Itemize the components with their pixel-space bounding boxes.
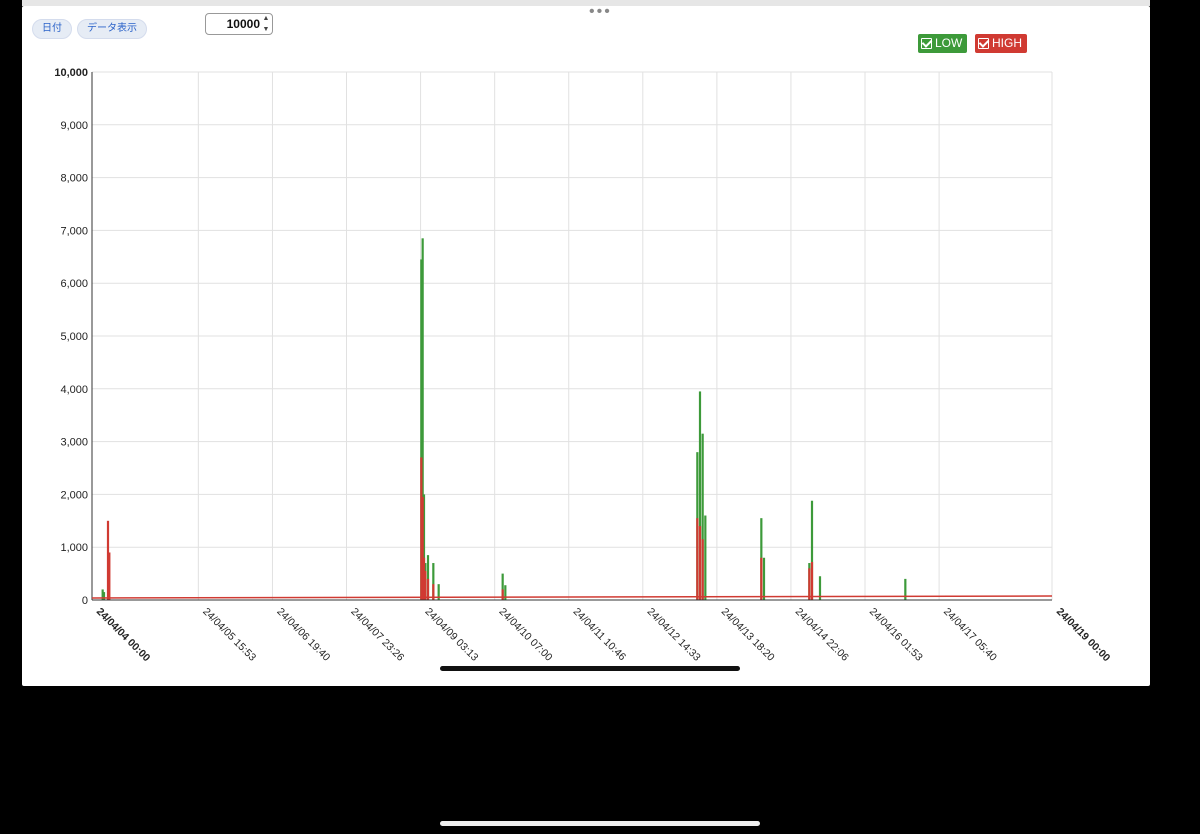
x-tick-label: 24/04/09 03:13 (422, 606, 480, 664)
chart-svg: 0 1,000 2,000 3,000 4,000 5,000 6,000 7,000 8,00… (54, 67, 1113, 665)
spike-high (424, 570, 427, 600)
home-indicator-lower (440, 821, 760, 826)
spike-high (808, 568, 811, 600)
y-tick-label: 2,000 (60, 489, 88, 501)
x-tick-label: 24/04/12 14:33 (645, 606, 703, 664)
spike-high (810, 561, 814, 600)
x-tick-label: 24/04/04 00:00 (94, 606, 153, 665)
x-tick-label: 24/04/05 15:53 (200, 606, 258, 664)
x-tick-label: 24/04/06 19:40 (274, 606, 332, 664)
home-indicator-upper (440, 666, 740, 671)
x-tick-label: 24/04/19 00:00 (1054, 606, 1113, 665)
y-tick-label: 1,000 (60, 542, 88, 554)
spike-low (762, 557, 766, 600)
baseline-series-line (91, 595, 1053, 599)
x-tick-label: 24/04/17 05:40 (941, 606, 999, 664)
x-tick-label: 24/04/11 10:46 (571, 606, 629, 664)
spike-high (501, 589, 504, 600)
y-tick-label: 10,000 (54, 67, 88, 79)
x-tick-label: 24/04/16 01:53 (867, 606, 925, 664)
spike-high (108, 552, 111, 600)
spike-high (760, 557, 763, 600)
x-tick-label: 24/04/14 22:06 (793, 606, 851, 664)
spike-high (698, 526, 702, 600)
spike-high (696, 518, 699, 600)
y-tick-label: 8,000 (60, 173, 88, 185)
y-tick-label: 3,000 (60, 437, 88, 449)
x-tick-label: 24/04/07 23:26 (348, 606, 406, 664)
spike-low (704, 515, 707, 600)
x-tick-label: 24/04/10 07:00 (497, 606, 555, 664)
spike-high (701, 539, 704, 600)
y-tick-label: 9,000 (60, 120, 88, 132)
spike-low (102, 592, 106, 600)
y-tick-label: 5,000 (60, 331, 88, 343)
y-tick-label: 4,000 (60, 384, 88, 396)
y-tick-label: 0 (82, 595, 88, 607)
y-tick-label: 7,000 (60, 225, 88, 237)
y-tick-label: 6,000 (60, 278, 88, 290)
x-tick-label: 24/04/13 18:20 (719, 606, 777, 664)
